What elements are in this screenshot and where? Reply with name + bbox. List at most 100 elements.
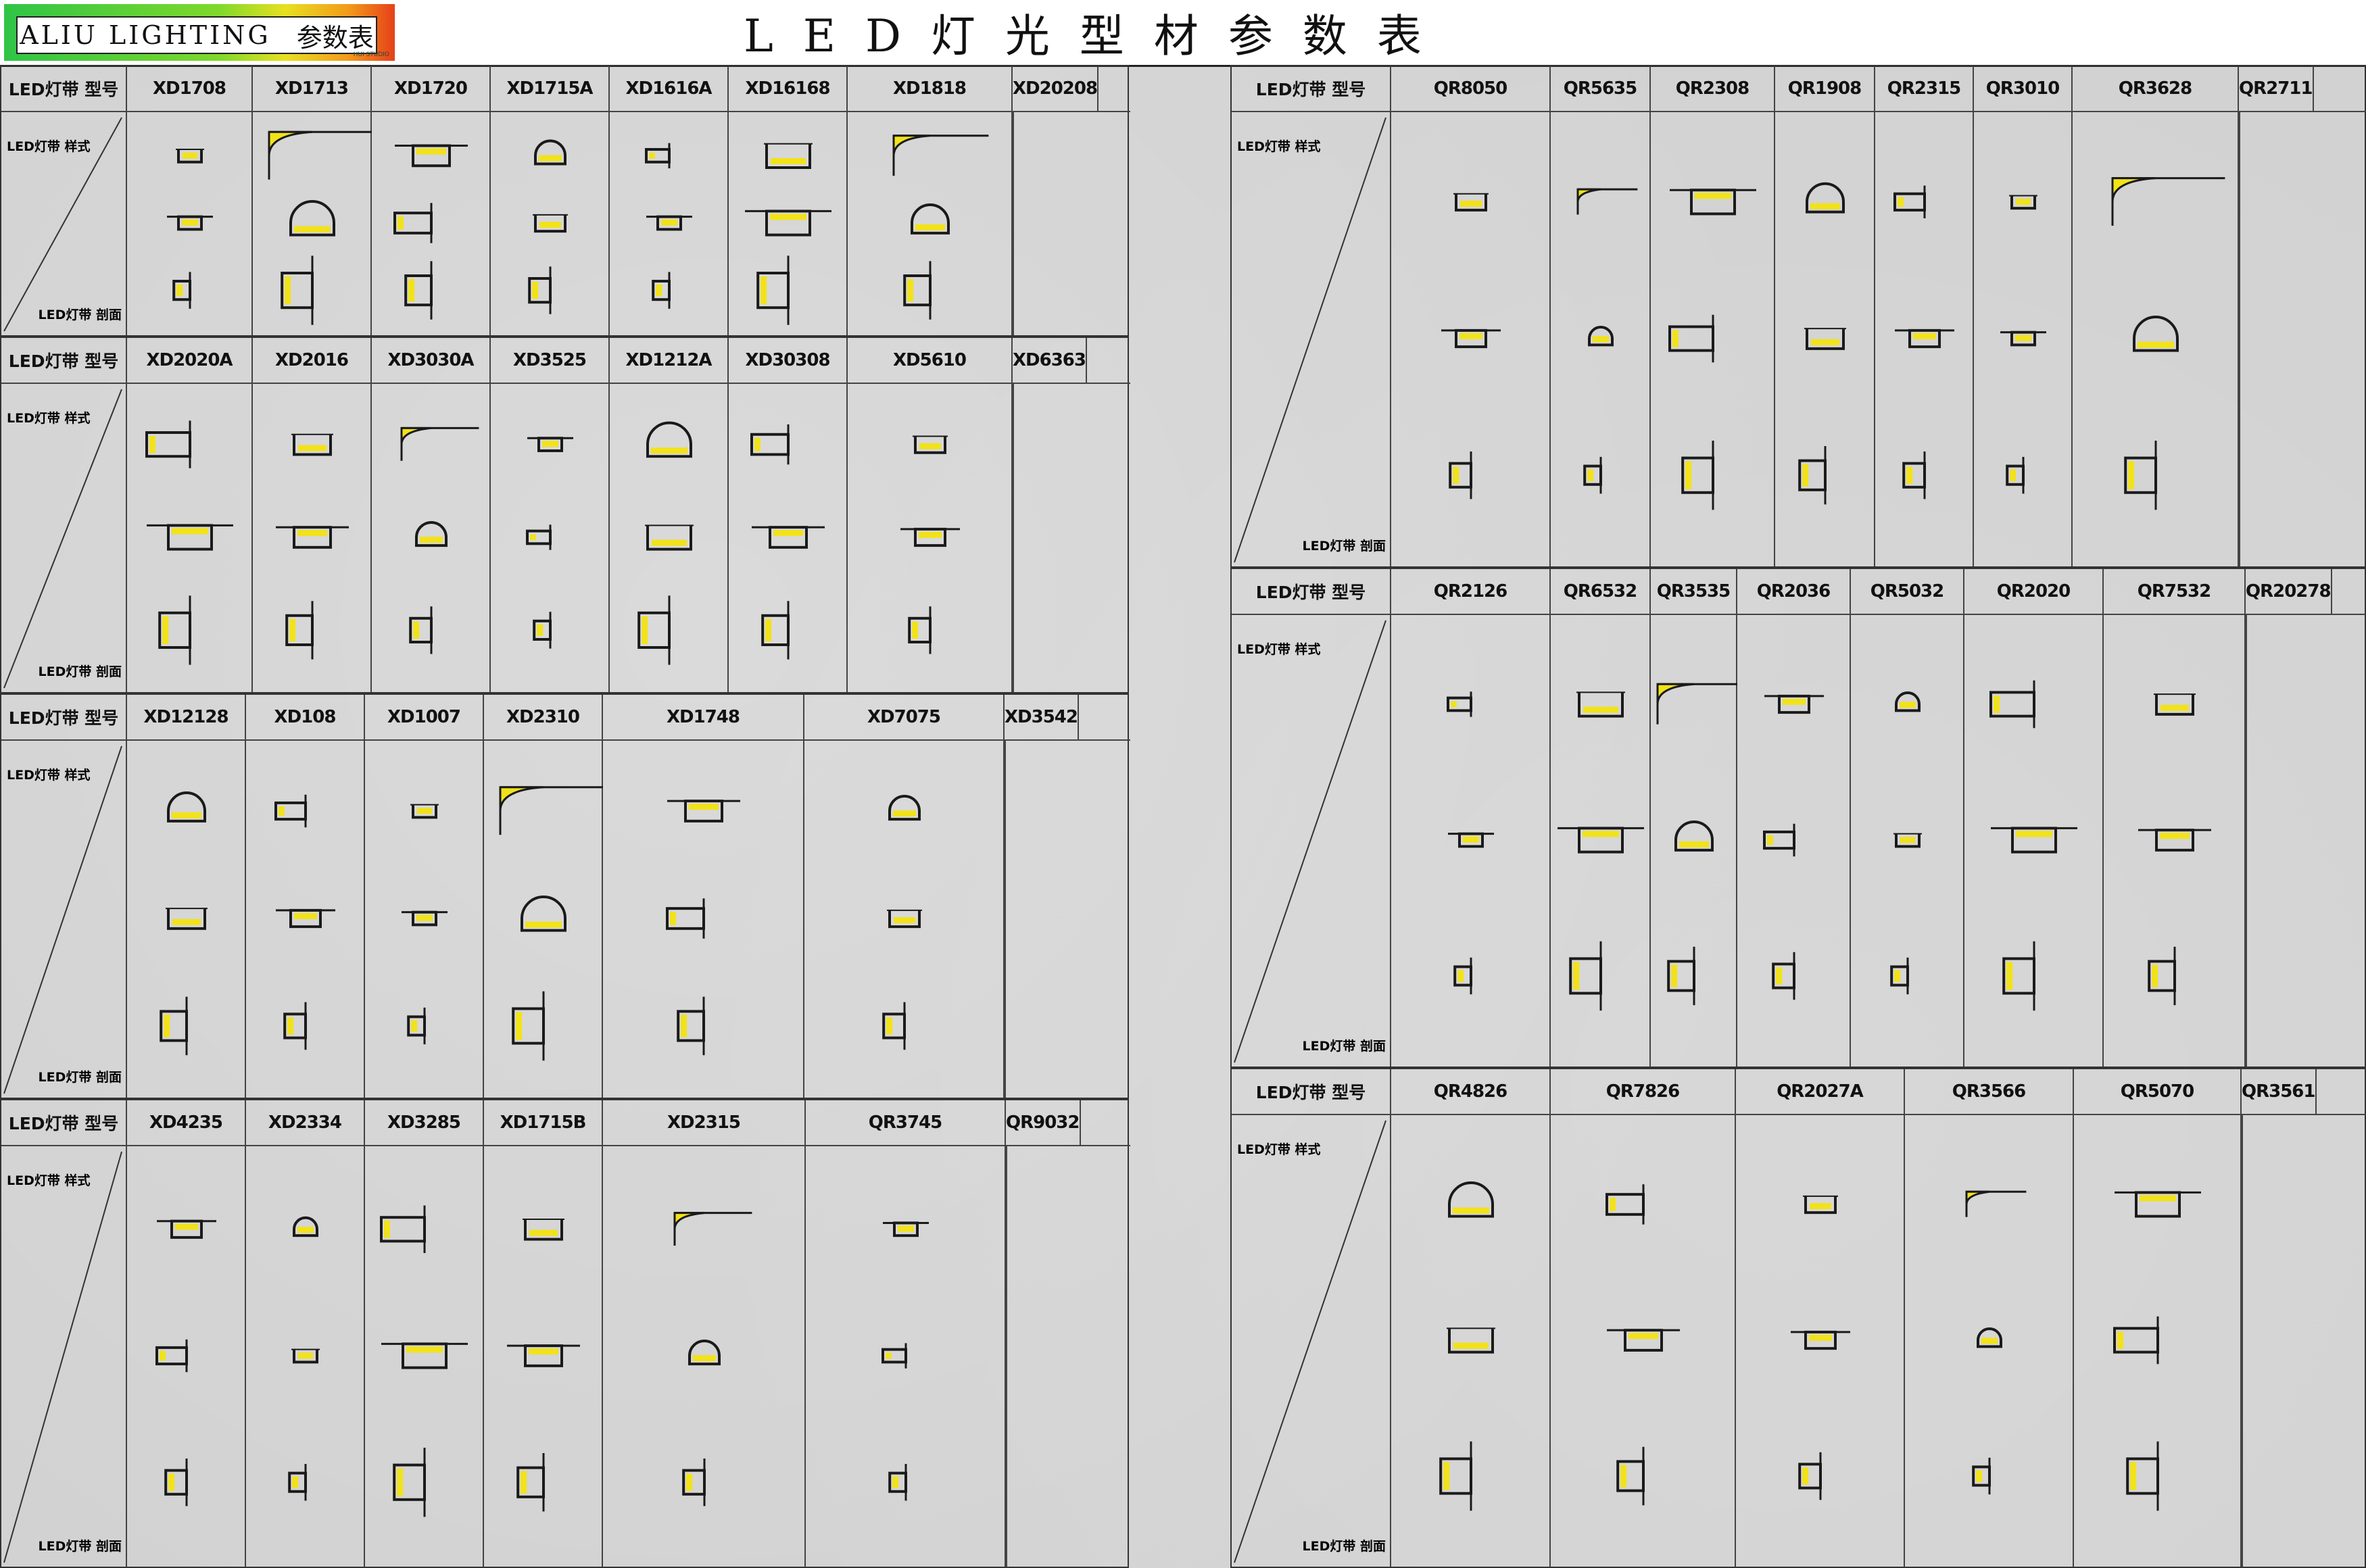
profile-drawing [1965, 1190, 2027, 1217]
led-strip [400, 426, 432, 445]
profile-drawing [645, 143, 671, 169]
led-strip [1453, 1207, 1489, 1214]
profile-drawing [281, 255, 314, 325]
led-strip [765, 618, 772, 641]
profile-drawing [883, 1221, 929, 1238]
profile-cell [365, 739, 484, 1098]
led-strip [175, 1223, 198, 1230]
profile-drawing [167, 791, 206, 823]
led-strip [397, 1468, 404, 1496]
led-strip [164, 1014, 170, 1037]
led-strip [413, 621, 420, 639]
led-strip [919, 443, 941, 449]
profile-row: LED灯带 样式 LED灯带 剖面 [1, 739, 1006, 1098]
led-strip [2006, 962, 2013, 990]
model-code: QR7826 [1551, 1069, 1736, 1114]
model-code: XD2016 [253, 338, 372, 383]
model-code: QR1908 [1775, 66, 1875, 111]
model-code: XD1708 [127, 66, 253, 111]
model-code: XD1212A [610, 338, 729, 383]
profile-drawing [1448, 1181, 1494, 1218]
left-section-2: LED灯带 型号 XD2020A XD2016 XD3030A XD3525 XD1212… [0, 337, 1130, 693]
model-code: QR8050 [1391, 66, 1551, 111]
profile-drawing [752, 526, 825, 549]
model-code: QR3628 [2073, 66, 2239, 111]
profile-drawing [756, 255, 790, 325]
profile-drawing [2002, 941, 2035, 1011]
profile-cell [1851, 614, 1964, 1067]
led-strip [2016, 831, 2052, 837]
model-code: XD20208 [1013, 66, 1099, 111]
legend-divider [3, 389, 122, 689]
row-legend: LED灯带 样式 LED灯带 剖面 [1, 383, 127, 692]
led-strip [279, 806, 285, 816]
profile-drawing [521, 896, 566, 932]
profile-drawing [534, 139, 566, 166]
profile-drawing [407, 1007, 426, 1045]
model-header-row: LED灯带 型号 XD12128 XD108 XD1007 XD2310 XD1748 XD… [1, 695, 1130, 741]
led-strip [1656, 683, 1695, 705]
profile-cell [1006, 1145, 1007, 1567]
profile-drawing [145, 420, 191, 468]
led-strip [1443, 1462, 1450, 1490]
page-title: LED灯光型材参数表 [744, 10, 1451, 62]
led-strip [183, 152, 197, 159]
profile-drawing [761, 601, 790, 660]
led-strip [1776, 967, 1783, 985]
profile-drawing [1616, 1446, 1645, 1506]
led-strip [1453, 466, 1459, 484]
model-row-label: LED灯带 型号 [1232, 66, 1391, 111]
profile-drawing [1667, 946, 1695, 1006]
led-strip [681, 1014, 687, 1037]
led-strip [1783, 698, 1806, 705]
brand-logo: ALIU LIGHTING 参数表 HUI STUDIO [4, 4, 395, 61]
profile-drawing [157, 1219, 216, 1239]
left-section-3: LED灯带 型号 XD12128 XD108 XD1007 XD2310 XD1748 XD… [0, 693, 1130, 1099]
model-header-row: LED灯带 型号 QR2126 QR6532 QR3535 QR2036 QR5032 QR… [1232, 569, 2366, 615]
led-strip [537, 624, 544, 636]
led-strip [1451, 701, 1457, 708]
row-legend: LED灯带 样式 LED灯带 剖面 [1232, 1114, 1391, 1567]
led-strip [160, 1350, 166, 1361]
profile-drawing [2138, 829, 2211, 852]
profile-drawing [2148, 946, 2176, 1006]
profile-row: LED灯带 样式 LED灯带 剖面 [1, 111, 1014, 335]
profile-cell [372, 111, 491, 335]
profile-drawing [516, 1453, 545, 1512]
profile-drawing [1806, 182, 1845, 214]
led-strip [689, 804, 719, 810]
profile-cell [1651, 111, 1775, 566]
model-code: QR2027A [1736, 1069, 1905, 1114]
led-strip [1965, 1190, 1990, 1205]
led-strip [1906, 466, 1913, 484]
profile-drawing [395, 144, 468, 168]
profile-drawing [410, 804, 439, 819]
brand-credit: HUI STUDIO [353, 51, 389, 58]
profile-cell [253, 111, 372, 335]
model-code: QR2711 [2239, 66, 2314, 111]
profile-drawing [1569, 941, 1602, 1011]
profile-drawing [652, 272, 671, 309]
model-code: XD1720 [372, 66, 491, 111]
profile-cell [127, 739, 246, 1098]
row-legend: LED灯带 样式 LED灯带 剖面 [1, 739, 127, 1098]
led-strip [2152, 964, 2158, 987]
led-strip [656, 285, 662, 297]
led-strip [176, 285, 183, 297]
led-strip [2015, 335, 2031, 341]
model-code: QR3566 [1905, 1069, 2074, 1114]
profile-drawing [903, 261, 932, 320]
led-strip [1576, 188, 1601, 202]
section-label: LED灯带 剖面 [1302, 1039, 1386, 1054]
profile-drawing [908, 606, 932, 654]
led-strip [693, 1355, 716, 1362]
profile-drawing [172, 272, 191, 309]
section-label: LED灯带 剖面 [1302, 539, 1386, 554]
led-strip [2128, 461, 2135, 489]
profile-drawing [1804, 328, 1846, 350]
led-strip [542, 441, 558, 447]
led-strip [406, 1346, 443, 1353]
left-section-4: LED灯带 型号 XD4235 XD2334 XD3285 XD1715B XD2315 Q… [0, 1099, 1130, 1568]
profile-cell [1013, 111, 1014, 335]
model-code: XD2020A [127, 338, 253, 383]
